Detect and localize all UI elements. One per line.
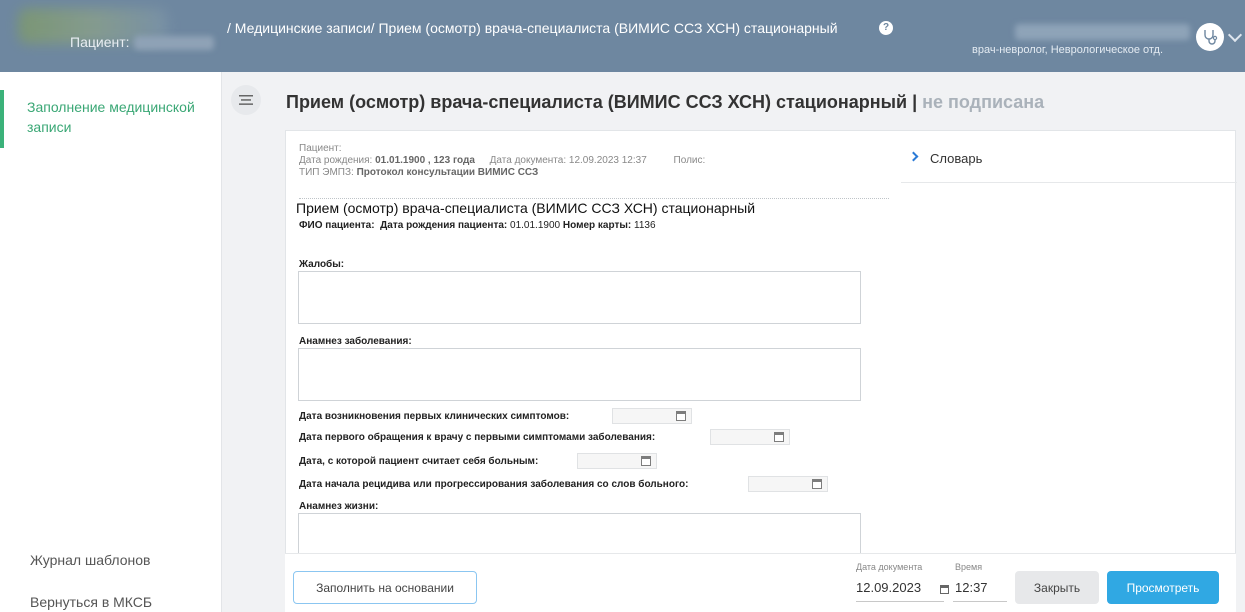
page-title: Прием (осмотр) врача-специалиста (ВИМИС … [286,92,1044,113]
anamnesis-label: Анамнез заболевания: [299,336,412,347]
meta-doc-date-label: Дата документа: [489,155,567,166]
meta-birth-label: Дата рождения: [299,155,373,166]
blurred-user-name [1015,24,1190,40]
dob-value: 01.01.1900 [510,220,561,231]
patient-meta: Пациент: Дата рождения: 01.01.1900 , 123… [299,143,705,179]
calendar-icon[interactable] [812,479,822,489]
complaints-label: Жалобы: [299,259,345,270]
divider [299,198,889,199]
meta-birth-value: 01.01.1900 , 123 года [375,155,475,166]
help-icon[interactable]: ? [879,21,893,35]
top-header: Пациент: / Медицинские записи/ Прием (ос… [0,0,1245,72]
meta-policy-label: Полис: [673,155,706,166]
date-first-visit-field[interactable] [710,429,790,445]
footer-time-field[interactable]: 12:37 [953,580,1007,602]
date-relapse-label: Дата начала рецидива или прогрессировани… [299,479,689,490]
close-button[interactable]: Закрыть [1015,571,1099,604]
meta-type-row: ТИП ЭМПЗ: Протокол консультации ВИМИС СС… [299,167,705,179]
calendar-icon[interactable] [940,585,949,594]
breadcrumb[interactable]: / Медицинские записи/ Прием (осмотр) вра… [227,20,838,36]
date-first-visit-label: Дата первого обращения к врачу с первыми… [299,432,656,443]
meta-doc-date-value: 12.09.2023 12:37 [568,155,647,166]
meta-patient-label: Пациент: [299,143,342,154]
date-ill-since-label: Дата, с которой пациент считает себя бол… [299,456,539,467]
header-patient-label: Пациент: [70,34,130,50]
document-title: Прием (осмотр) врача-специалиста (ВИМИС … [296,200,756,216]
sidebar-item-templates[interactable]: Журнал шаблонов [30,552,150,568]
card-label: Номер карты: [562,220,632,231]
date-ill-since-field[interactable] [577,453,657,469]
document-patient-info: ФИО пациента: Дата рождения пациента: 01… [299,220,656,231]
blurred-patient-name [134,36,214,50]
status-badge: не подписана [922,92,1045,112]
anamnesis-field[interactable] [298,348,861,401]
chevron-down-icon[interactable] [1227,27,1243,43]
menu-icon [239,95,253,105]
date-first-symptoms-label: Дата возникновения первых клинических си… [299,411,570,422]
calendar-icon[interactable] [676,411,686,421]
complaints-field[interactable] [298,271,861,324]
life-anamnesis-field[interactable] [298,513,861,558]
date-relapse-field[interactable] [748,476,828,492]
sidebar-item-fill-record[interactable]: Заполнение медицинской записи [0,90,222,148]
footer-doc-date-label: Дата документа [856,562,923,572]
view-button[interactable]: Просмотреть [1107,571,1219,604]
sidebar-item-back[interactable]: Вернуться в МКСБ [30,594,152,610]
dob-label: Дата рождения пациента: [380,220,508,231]
meta-row: Дата рождения: 01.01.1900 , 123 года Дат… [299,155,705,167]
record-card: Словарь Пациент: Дата рождения: 01.01.19… [285,130,1237,612]
fill-based-on-button[interactable]: Заполнить на основании [293,571,477,604]
calendar-icon[interactable] [641,456,651,466]
dictionary-toggle[interactable]: Словарь [930,151,982,166]
date-first-symptoms-field[interactable] [612,408,692,424]
sidebar: Заполнение медицинской записи Журнал шаб… [0,72,222,612]
footer-bar: Заполнить на основании Дата документа Вр… [285,553,1236,612]
life-anamnesis-label: Анамнез жизни: [299,501,379,512]
meta-type-label: ТИП ЭМПЗ: [299,167,354,178]
user-role: врач-невролог, Неврологическое отд. [972,44,1164,56]
menu-toggle-button[interactable] [231,85,261,115]
footer-doc-date-field[interactable]: 12.09.2023 [856,580,944,602]
card-value: 1136 [634,220,656,231]
footer-time-label: Время [955,562,983,572]
stethoscope-icon [1204,30,1218,45]
calendar-icon[interactable] [774,432,784,442]
meta-type-value: Протокол консультации ВИМИС ССЗ [356,167,539,178]
avatar[interactable] [1196,23,1224,51]
fio-label: ФИО пациента: [299,220,375,231]
page-title-text: Прием (осмотр) врача-специалиста (ВИМИС … [286,92,923,112]
